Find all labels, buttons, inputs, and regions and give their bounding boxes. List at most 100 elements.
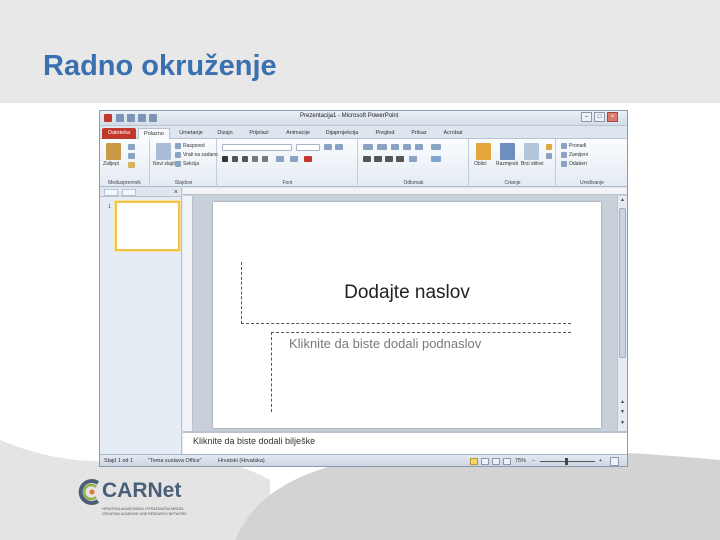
minimize-button[interactable]: –	[581, 112, 592, 122]
quick-styles-label[interactable]: Brzi stilovi	[521, 161, 544, 167]
select-icon[interactable]	[561, 161, 567, 167]
decrease-indent-icon[interactable]	[391, 144, 399, 150]
grow-font-icon[interactable]	[324, 144, 332, 150]
ribbon: Zalijepi Međuspremnik Novi slajd Raspore…	[100, 139, 627, 187]
redo-icon[interactable]	[138, 114, 146, 122]
paste-icon[interactable]	[106, 143, 121, 160]
shape-outline-icon[interactable]	[546, 153, 552, 159]
title-placeholder[interactable]: Dodajte naslov	[241, 262, 571, 324]
close-pane-icon[interactable]: ×	[174, 188, 178, 197]
strikethrough-icon[interactable]	[262, 156, 268, 162]
slide-thumbnail[interactable]	[115, 201, 180, 251]
font-size-select[interactable]	[296, 144, 320, 151]
new-slide-icon[interactable]	[156, 143, 171, 160]
text-direction-icon[interactable]	[431, 144, 441, 150]
title-placeholder-text[interactable]: Dodajte naslov	[242, 282, 572, 304]
align-center-icon[interactable]	[374, 156, 382, 162]
save-icon[interactable]	[116, 114, 124, 122]
select-label[interactable]: Odaberi	[569, 161, 587, 167]
scroll-down-icon[interactable]: ▼	[619, 420, 626, 427]
maximize-button[interactable]: □	[594, 112, 605, 122]
customize-toolbar-icon[interactable]	[149, 114, 157, 122]
shapes-icon[interactable]	[476, 143, 491, 160]
shape-fill-icon[interactable]	[546, 144, 552, 150]
reading-view-icon[interactable]	[492, 458, 500, 465]
close-button[interactable]: ×	[607, 112, 618, 122]
zoom-slider-handle[interactable]	[565, 458, 568, 465]
group-label: Slajdovi	[174, 180, 193, 186]
quick-styles-icon[interactable]	[524, 143, 539, 160]
line-spacing-icon[interactable]	[415, 144, 423, 150]
tab-design[interactable]: Dizajn	[212, 128, 238, 139]
language[interactable]: Hrvatski (Hrvatska)	[218, 458, 265, 464]
fit-to-window-icon[interactable]	[610, 457, 619, 466]
previous-slide-icon[interactable]: ▲	[619, 399, 626, 406]
subtitle-placeholder-text[interactable]: Kliknite da biste dodali podnaslov	[289, 336, 481, 351]
align-left-icon[interactable]	[363, 156, 371, 162]
normal-view-icon[interactable]	[470, 458, 478, 465]
font-name-select[interactable]	[222, 144, 292, 151]
tab-acrobat[interactable]: Acrobat	[438, 128, 468, 139]
slideshow-view-icon[interactable]	[503, 458, 511, 465]
align-right-icon[interactable]	[385, 156, 393, 162]
tab-slideshow[interactable]: Dijaprojekcija	[320, 128, 364, 139]
italic-icon[interactable]	[232, 156, 238, 162]
notes-pane[interactable]: Kliknite da biste dodali bilješke	[183, 431, 627, 454]
cut-icon[interactable]	[128, 144, 135, 150]
tab-transitions[interactable]: Prijelazi	[242, 128, 276, 139]
ribbon-tabs: Datoteka Polazno Umetanje Dizajn Prijela…	[100, 127, 627, 139]
copy-icon[interactable]	[128, 153, 135, 159]
editing-area: Dodajte naslov Kliknite da biste dodali …	[183, 188, 627, 454]
shrink-font-icon[interactable]	[335, 144, 343, 150]
replace-label[interactable]: Zamijeni	[569, 152, 588, 158]
app-icon[interactable]	[104, 114, 112, 122]
vertical-ruler	[183, 196, 193, 431]
scroll-up-icon[interactable]: ▲	[619, 197, 626, 204]
tab-home[interactable]: Polazno	[138, 128, 170, 139]
justify-icon[interactable]	[396, 156, 404, 162]
undo-icon[interactable]	[127, 114, 135, 122]
tab-insert[interactable]: Umetanje	[174, 128, 208, 139]
shapes-label[interactable]: Oblici	[474, 161, 487, 167]
columns-icon[interactable]	[409, 156, 417, 162]
layout-label[interactable]: Raspored	[183, 143, 205, 149]
smartart-icon[interactable]	[431, 156, 441, 162]
slide-sorter-icon[interactable]	[481, 458, 489, 465]
tab-file[interactable]: Datoteka	[102, 128, 136, 139]
zoom-in-icon[interactable]: +	[599, 458, 602, 464]
arrange-icon[interactable]	[500, 143, 515, 160]
replace-icon[interactable]	[561, 152, 567, 158]
zoom-out-icon[interactable]: −	[532, 458, 535, 464]
numbering-icon[interactable]	[377, 144, 387, 150]
tab-animations[interactable]: Animacije	[280, 128, 316, 139]
paste-label[interactable]: Zalijepi	[103, 161, 119, 167]
underline-icon[interactable]	[242, 156, 248, 162]
arrange-label[interactable]: Razmjesti	[496, 161, 518, 167]
scroll-thumb[interactable]	[619, 208, 626, 358]
bullets-icon[interactable]	[363, 144, 373, 150]
tab-view[interactable]: Prikaz	[406, 128, 432, 139]
reset-label[interactable]: Vrati na zadano	[183, 152, 218, 158]
layout-icon[interactable]	[175, 143, 181, 149]
bold-icon[interactable]	[222, 156, 228, 162]
find-icon[interactable]	[561, 143, 567, 149]
reset-icon[interactable]	[175, 152, 181, 158]
outline-tab[interactable]	[122, 189, 136, 196]
change-case-icon[interactable]	[290, 156, 298, 162]
shadow-icon[interactable]	[252, 156, 258, 162]
format-painter-icon[interactable]	[128, 162, 135, 168]
find-label[interactable]: Pronađi	[569, 143, 586, 149]
new-slide-label[interactable]: Novi slajd	[153, 161, 175, 167]
notes-placeholder[interactable]: Kliknite da biste dodali bilješke	[193, 436, 315, 446]
font-color-icon[interactable]	[304, 156, 312, 162]
vertical-scrollbar[interactable]: ▲ ▲ ▼ ▼	[617, 196, 627, 431]
subtitle-placeholder[interactable]: Kliknite da biste dodali podnaslov	[271, 332, 571, 412]
tab-review[interactable]: Pregled	[370, 128, 400, 139]
section-label[interactable]: Sekcija	[183, 161, 199, 167]
section-icon[interactable]	[175, 161, 181, 167]
zoom-level[interactable]: 75%	[515, 458, 526, 464]
increase-indent-icon[interactable]	[403, 144, 411, 150]
next-slide-icon[interactable]: ▼	[619, 409, 626, 416]
slides-tab[interactable]	[104, 189, 118, 196]
spacing-icon[interactable]	[276, 156, 284, 162]
